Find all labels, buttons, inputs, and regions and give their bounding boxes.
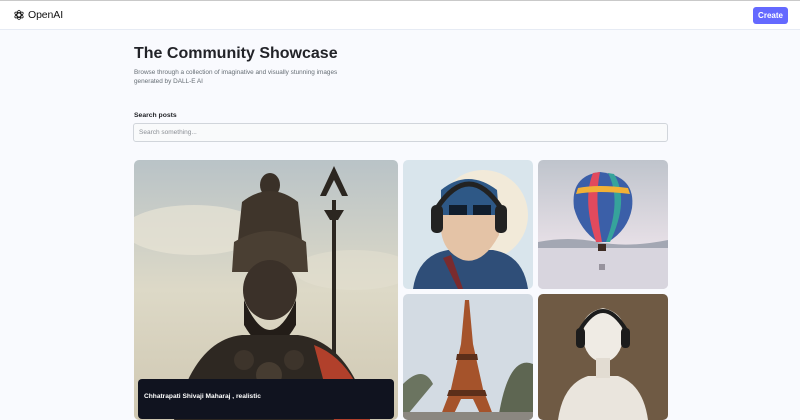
create-button[interactable]: Create <box>753 6 788 24</box>
search-input[interactable] <box>133 123 668 142</box>
post-image <box>403 294 533 420</box>
post-image <box>403 160 533 289</box>
gallery-card[interactable] <box>538 294 668 420</box>
page-title: The Community Showcase <box>134 45 338 62</box>
post-caption: Chhatrapati Shivaji Maharaj , realistic <box>138 379 394 419</box>
post-image <box>538 160 668 289</box>
gallery-card[interactable] <box>403 160 533 289</box>
brand-logo[interactable]: OpenAI <box>13 9 63 21</box>
post-prompt: Chhatrapati Shivaji Maharaj , realistic <box>144 393 261 400</box>
post-image <box>538 294 668 420</box>
search-label: Search posts <box>134 112 177 119</box>
gallery-card[interactable] <box>403 294 533 420</box>
navbar: OpenAI Create <box>0 0 800 30</box>
openai-logo-icon <box>14 9 24 21</box>
gallery-card[interactable]: Chhatrapati Shivaji Maharaj , realistic <box>134 160 398 420</box>
gallery-card[interactable] <box>538 160 668 289</box>
brand-name: OpenAI <box>28 9 64 21</box>
page-subtitle: Browse through a collection of imaginati… <box>134 69 338 85</box>
